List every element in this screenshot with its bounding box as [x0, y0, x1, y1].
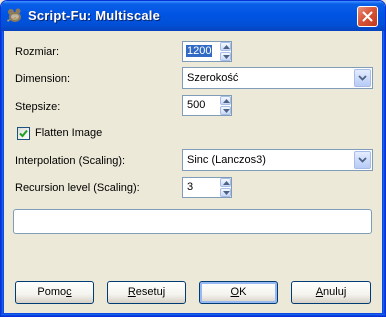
window-frame-right [382, 31, 385, 316]
close-button[interactable] [357, 6, 378, 27]
flatten-image-checkbox[interactable] [17, 127, 30, 140]
interpolation-dropdown-button[interactable] [354, 151, 371, 169]
rozmiar-increment-button[interactable] [220, 42, 231, 51]
rozmiar-spinbox[interactable]: 1200 [182, 41, 232, 62]
arrow-down-icon [223, 109, 230, 113]
dimension-label: Dimension: [15, 73, 71, 85]
flatten-image-label[interactable]: Flatten Image [35, 127, 102, 139]
arrow-down-icon [223, 55, 230, 59]
chevron-down-icon [358, 75, 367, 81]
cancel-button[interactable]: Anuluj [291, 281, 371, 304]
dimension-selected: Szerokość [187, 72, 239, 84]
interpolation-selected: Sinc (Lanczos3) [187, 154, 266, 166]
progress-bar [13, 209, 372, 234]
stepsize-increment-button[interactable] [220, 96, 231, 105]
window-frame-left [1, 31, 4, 316]
checkmark-icon [19, 129, 28, 138]
arrow-down-icon [223, 191, 230, 195]
dimension-combobox[interactable]: Szerokość [182, 67, 373, 89]
gimp-wilber-icon[interactable] [6, 7, 22, 23]
stepsize-spinbox[interactable]: 500 [182, 95, 232, 116]
interpolation-combobox[interactable]: Sinc (Lanczos3) [182, 149, 373, 171]
window-title: Script-Fu: Multiscale [28, 8, 161, 23]
rozmiar-label: Rozmiar: [15, 46, 60, 58]
rozmiar-decrement-button[interactable] [220, 52, 231, 61]
recursion-level-value[interactable]: 3 [187, 181, 193, 193]
recursion-level-spinbox[interactable]: 3 [182, 177, 232, 198]
arrow-up-icon [223, 181, 230, 185]
stepsize-label: Stepsize: [15, 101, 61, 113]
help-button[interactable]: Pomoc [15, 281, 94, 304]
dialog-window: Script-Fu: Multiscale Rozmiar: 1200 Dime… [0, 0, 386, 317]
window-frame-bottom [1, 313, 385, 316]
ok-button[interactable]: OK [199, 281, 278, 304]
recursion-decrement-button[interactable] [220, 188, 231, 197]
stepsize-value[interactable]: 500 [187, 99, 205, 111]
arrow-up-icon [223, 45, 230, 49]
arrow-up-icon [223, 99, 230, 103]
dimension-dropdown-button[interactable] [354, 69, 371, 87]
interpolation-label: Interpolation (Scaling): [15, 155, 126, 167]
recursion-level-label: Recursion level (Scaling): [15, 182, 140, 194]
recursion-increment-button[interactable] [220, 178, 231, 187]
chevron-down-icon [358, 157, 367, 163]
stepsize-decrement-button[interactable] [220, 106, 231, 115]
reset-button[interactable]: Resetuj [107, 281, 186, 304]
title-bar[interactable]: Script-Fu: Multiscale [1, 1, 385, 31]
rozmiar-value[interactable]: 1200 [186, 45, 213, 57]
close-x-icon [362, 11, 373, 22]
